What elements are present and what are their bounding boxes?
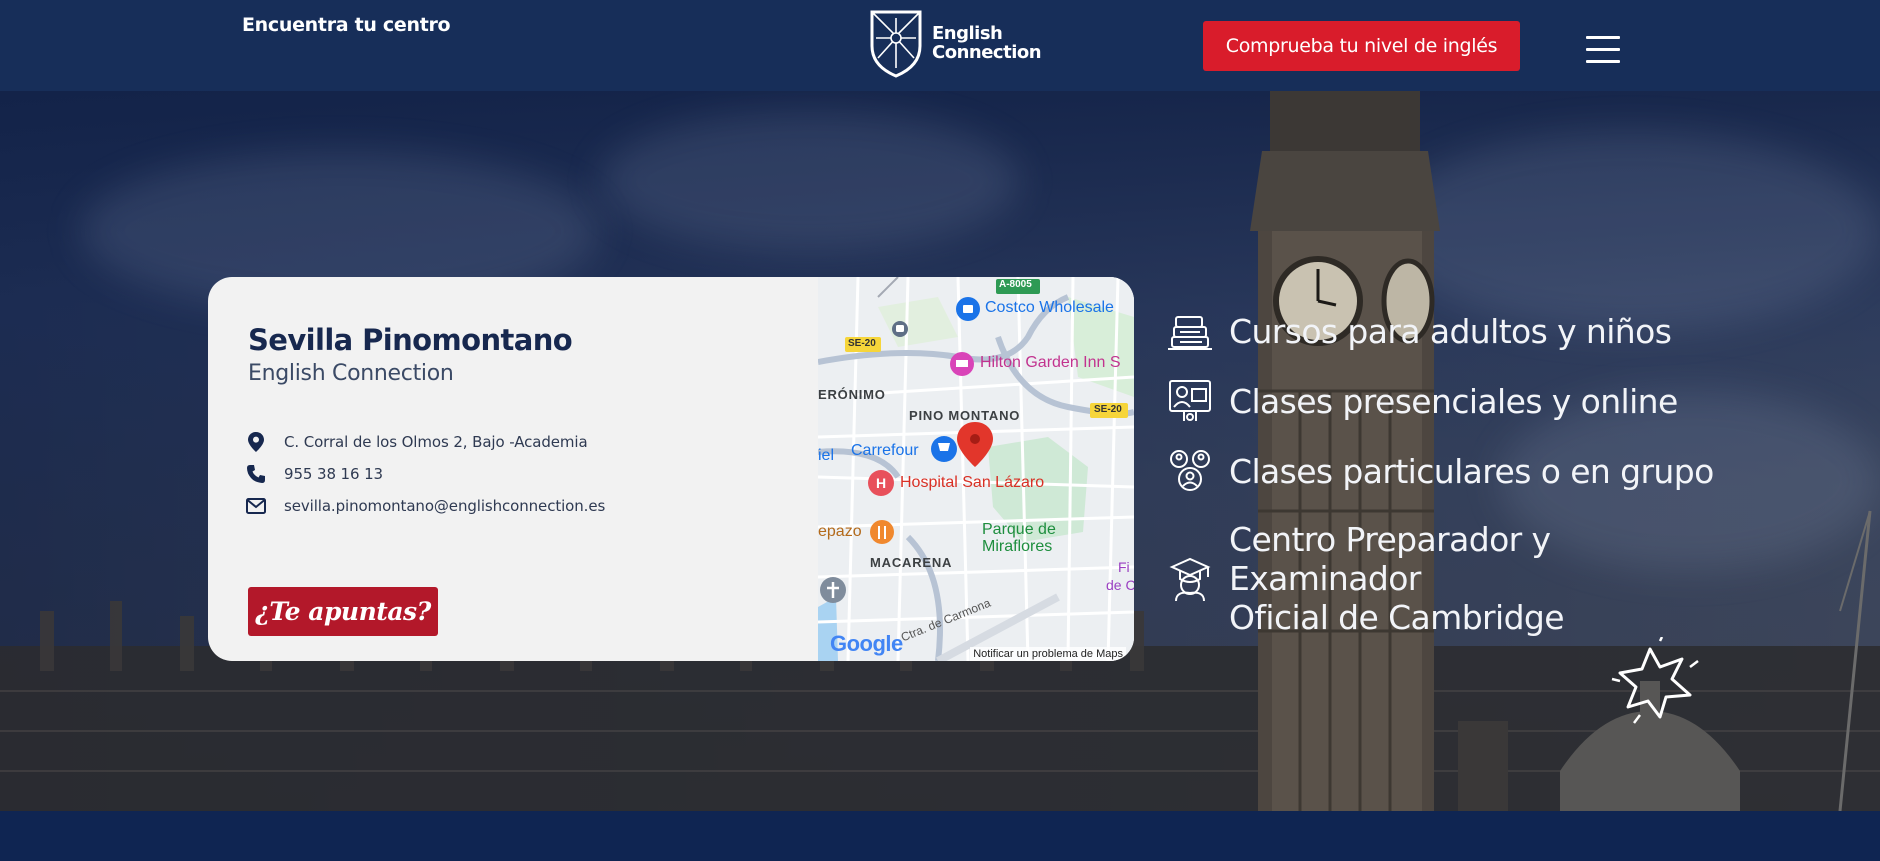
group-icon bbox=[1163, 444, 1217, 498]
district-geronimo-label: ERÓNIMO bbox=[818, 387, 886, 402]
district-pino-montano-label: PINO MONTANO bbox=[909, 408, 1021, 423]
bottom-section-band bbox=[0, 811, 1880, 861]
partial-label-iel: iel bbox=[818, 447, 835, 464]
hamburger-menu-icon[interactable] bbox=[1586, 36, 1620, 68]
find-center-link[interactable]: Encuentra tu centro bbox=[242, 14, 451, 36]
hospital-label[interactable]: Hospital San Lázaro bbox=[900, 474, 1044, 492]
partial-label-epazo: epazo bbox=[818, 523, 862, 540]
logo-line-1: English bbox=[932, 23, 1003, 44]
logo-line-2: Connection bbox=[932, 42, 1042, 63]
partial-label-dec: de C bbox=[1106, 577, 1134, 593]
logo-text: English Connection bbox=[932, 23, 1042, 63]
shield-logo-icon bbox=[870, 10, 922, 78]
road-a8005-label: A-8005 bbox=[999, 279, 1032, 290]
phone-link[interactable]: 955 38 16 13 bbox=[284, 465, 383, 483]
feature-online: Clases presenciales y online bbox=[1163, 374, 1678, 428]
feature-courses-text: Cursos para adultos y niños bbox=[1229, 311, 1672, 351]
logo[interactable]: English Connection bbox=[868, 8, 1042, 78]
address-text: C. Corral de los Olmos 2, Bajo -Academia bbox=[284, 433, 588, 451]
costco-label[interactable]: Costco Wholesale bbox=[985, 299, 1114, 317]
carrefour-label[interactable]: Carrefour bbox=[851, 442, 919, 460]
graduate-icon bbox=[1163, 552, 1217, 606]
feature-group: Clases particulares o en grupo bbox=[1163, 444, 1714, 498]
road-se20-left-label: SE-20 bbox=[848, 338, 876, 349]
google-map[interactable]: H A-8005 Costco Wholesale SE-20 Hilton G… bbox=[818, 277, 1134, 661]
starburst-decoration-icon bbox=[1611, 637, 1699, 724]
site-header: Encuentra tu centro English Connection C… bbox=[0, 0, 1880, 91]
envelope-icon bbox=[246, 496, 266, 516]
phone-row: 955 38 16 13 bbox=[246, 464, 383, 484]
center-card: Sevilla Pinomontano English Connection C… bbox=[208, 277, 1134, 661]
feature-cambridge-line-3: Oficial de Cambridge bbox=[1229, 598, 1565, 637]
partial-label-fi: Fi bbox=[1118, 559, 1130, 575]
email-link[interactable]: sevilla.pinomontano@englishconnection.es bbox=[284, 497, 605, 515]
books-icon bbox=[1163, 304, 1217, 358]
online-class-icon bbox=[1163, 374, 1217, 428]
phone-icon bbox=[246, 464, 266, 484]
feature-cambridge-line-1: Centro Preparador y bbox=[1229, 520, 1551, 559]
feature-cambridge-text: Centro Preparador y Examinador Oficial d… bbox=[1229, 520, 1565, 637]
feature-courses: Cursos para adultos y niños bbox=[1163, 304, 1672, 358]
feature-group-text: Clases particulares o en grupo bbox=[1229, 451, 1714, 491]
district-macarena-label: MACARENA bbox=[870, 555, 953, 570]
park-line-2: Miraflores bbox=[982, 538, 1053, 555]
road-se20-right-label: SE-20 bbox=[1094, 404, 1122, 415]
park-line-1: Parque de bbox=[982, 521, 1056, 538]
feature-cambridge-line-2: Examinador bbox=[1229, 559, 1421, 598]
google-logo: Google bbox=[830, 631, 903, 657]
feature-cambridge: Centro Preparador y Examinador Oficial d… bbox=[1163, 520, 1565, 637]
center-name: Sevilla Pinomontano bbox=[248, 323, 573, 357]
check-level-button[interactable]: Comprueba tu nivel de inglés bbox=[1203, 21, 1520, 71]
location-pin-icon bbox=[246, 432, 266, 452]
svg-text:H: H bbox=[876, 475, 886, 491]
google-logo-text: Google bbox=[830, 631, 903, 656]
join-button[interactable]: ¿Te apuntas? bbox=[248, 587, 438, 636]
report-map-problem-link[interactable]: Notificar un problema de Maps bbox=[970, 647, 1126, 661]
feature-online-text: Clases presenciales y online bbox=[1229, 381, 1678, 421]
email-row: sevilla.pinomontano@englishconnection.es bbox=[246, 496, 605, 516]
center-brand: English Connection bbox=[248, 361, 454, 386]
address-row: C. Corral de los Olmos 2, Bajo -Academia bbox=[246, 432, 588, 452]
hilton-label[interactable]: Hilton Garden Inn S bbox=[980, 354, 1121, 372]
park-miraflores-label[interactable]: Parque de Miraflores bbox=[982, 521, 1056, 555]
